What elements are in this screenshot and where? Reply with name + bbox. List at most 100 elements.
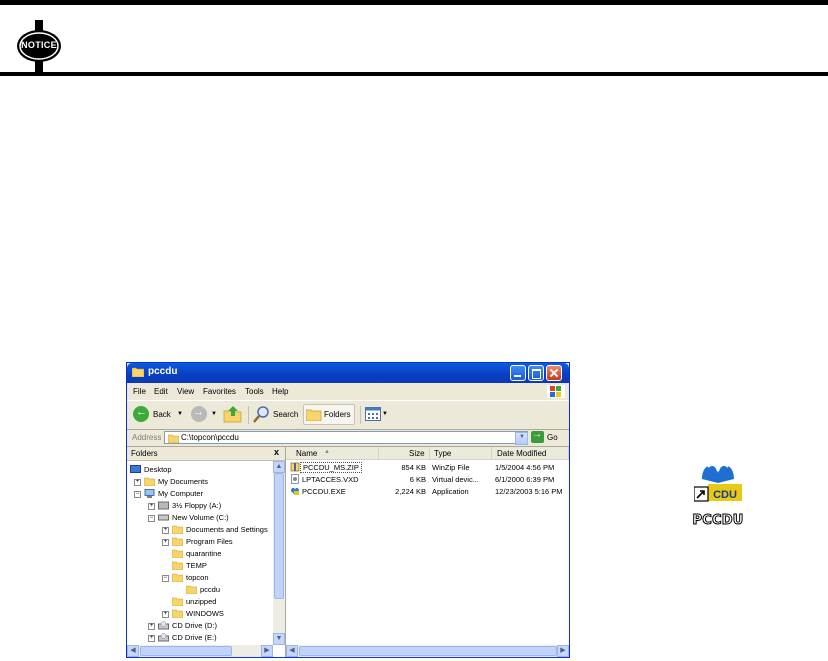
back-arrow-icon[interactable] — [133, 406, 149, 422]
system-file-icon — [291, 474, 299, 484]
search-icon[interactable] — [253, 405, 271, 423]
menu-tools[interactable]: Tools — [245, 387, 264, 396]
expander-icon[interactable]: + — [148, 635, 155, 642]
folders-vertical-scrollbar[interactable]: ▲ ▼ — [273, 461, 285, 645]
column-header-date-modified[interactable]: Date Modified — [492, 447, 569, 460]
title-bar[interactable]: pccdu — [127, 363, 569, 383]
expander-icon[interactable]: − — [134, 491, 141, 498]
notice-label: NOTICE — [21, 40, 57, 50]
column-header-size[interactable]: Size — [379, 447, 430, 460]
go-button[interactable]: Go — [547, 433, 558, 442]
expander-icon[interactable]: + — [148, 503, 155, 510]
address-field[interactable]: C:\topcon\pccdu ▼ — [164, 431, 528, 445]
column-header-name[interactable]: Name ▲ — [286, 447, 379, 460]
file-name: LPTACCES.VXD — [302, 475, 359, 484]
folder-icon — [132, 367, 144, 377]
views-dropdown-icon[interactable]: ▼ — [382, 411, 388, 417]
maximize-button[interactable] — [528, 365, 544, 381]
folder-icon — [172, 561, 183, 570]
top-rule — [0, 0, 828, 5]
sort-ascending-icon: ▲ — [324, 449, 330, 455]
expander-icon[interactable]: + — [162, 611, 169, 618]
menu-favorites[interactable]: Favorites — [203, 387, 236, 396]
column-header-type[interactable]: Type — [430, 447, 492, 460]
application-icon — [291, 487, 299, 495]
file-size: 2,224 KB — [395, 487, 426, 496]
folder-icon — [172, 597, 183, 606]
explorer-window: pccdu File Edit View Favorites Tools Hel… — [126, 362, 570, 658]
expander-icon[interactable]: + — [134, 479, 141, 486]
views-icon[interactable] — [365, 407, 381, 421]
forward-arrow-icon[interactable] — [191, 406, 207, 422]
file-size: 854 KB — [401, 463, 426, 472]
folders-button-label: Folders — [324, 410, 351, 419]
open-folder-icon — [186, 585, 197, 594]
file-date: 12/23/2003 5:16 PM — [495, 487, 563, 496]
scroll-thumb[interactable] — [140, 646, 232, 656]
scroll-down-icon[interactable]: ▼ — [273, 633, 285, 645]
go-arrow-icon[interactable] — [531, 429, 544, 443]
forward-dropdown-icon[interactable]: ▼ — [211, 411, 217, 417]
close-pane-button[interactable]: x — [274, 447, 279, 457]
files-horizontal-scrollbar[interactable]: ◀ ▶ — [286, 645, 569, 657]
shortcut-icon-text: CDU — [713, 489, 737, 501]
scroll-thumb[interactable] — [299, 646, 557, 656]
address-dropdown-icon[interactable]: ▼ — [515, 432, 528, 445]
toolbar: Back ▼ ▼ Search Folders ▼ — [127, 400, 569, 430]
back-button[interactable]: Back — [153, 410, 171, 419]
address-bar: Address C:\topcon\pccdu ▼ Go — [127, 429, 569, 447]
folder-icon — [172, 549, 183, 558]
file-row[interactable]: LPTACCES.VXD 6 KB Virtual devic... 6/1/2… — [286, 474, 569, 485]
file-date: 6/1/2000 6:39 PM — [495, 475, 555, 484]
pccdu-shortcut[interactable]: CDU PCCDU — [688, 457, 748, 537]
scroll-left-icon[interactable]: ◀ — [286, 645, 298, 657]
address-value: C:\topcon\pccdu — [181, 433, 239, 442]
windows-logo-icon — [547, 385, 565, 398]
my-documents-icon — [144, 477, 155, 486]
file-type: WinZip File — [432, 463, 470, 472]
menu-view[interactable]: View — [177, 387, 194, 396]
folders-pane-header: Folders x — [127, 447, 285, 461]
expander-icon[interactable]: + — [162, 539, 169, 546]
back-dropdown-icon[interactable]: ▼ — [177, 411, 183, 417]
my-computer-icon — [144, 489, 155, 498]
folder-icon — [172, 609, 183, 618]
folders-pane-title: Folders — [131, 449, 158, 458]
desktop-icon — [130, 465, 141, 473]
address-label: Address — [132, 433, 162, 442]
file-type: Virtual devic... — [432, 475, 479, 484]
menu-help[interactable]: Help — [272, 387, 288, 396]
window-title: pccdu — [148, 366, 178, 377]
floppy-drive-icon — [158, 501, 169, 510]
scroll-right-icon[interactable]: ▶ — [261, 645, 273, 657]
file-name: PCCDU_MS.ZIP — [300, 462, 362, 473]
menu-file[interactable]: File — [133, 387, 146, 396]
menu-bar: File Edit View Favorites Tools Help — [127, 384, 569, 399]
shortcut-label: PCCDU — [692, 513, 744, 529]
expander-icon[interactable]: + — [148, 623, 155, 630]
minimize-button[interactable] — [510, 365, 526, 381]
pccdu-app-icon: CDU — [694, 457, 742, 505]
file-row[interactable]: PCCDU_MS.ZIP 854 KB WinZip File 1/5/2004… — [286, 462, 569, 473]
expander-icon[interactable]: − — [148, 515, 155, 522]
scroll-right-icon[interactable]: ▶ — [557, 645, 569, 657]
file-name: PCCDU.EXE — [302, 487, 346, 496]
up-folder-icon[interactable] — [223, 405, 243, 423]
menu-edit[interactable]: Edit — [154, 387, 168, 396]
notice-badge: NOTICE — [8, 20, 70, 72]
scroll-thumb[interactable] — [274, 473, 284, 599]
file-row[interactable]: PCCDU.EXE 2,224 KB Application 12/23/200… — [286, 486, 569, 497]
folders-horizontal-scrollbar[interactable]: ◀ ▶ — [127, 645, 273, 657]
expander-icon[interactable]: + — [162, 527, 169, 534]
cd-drive-icon — [158, 633, 169, 642]
toolbar-separator — [360, 406, 361, 424]
scroll-up-icon[interactable]: ▲ — [273, 461, 285, 473]
scroll-left-icon[interactable]: ◀ — [127, 645, 139, 657]
folder-icon — [172, 537, 183, 546]
cd-drive-icon — [158, 621, 169, 630]
folders-button[interactable]: Folders — [303, 404, 355, 425]
search-button[interactable]: Search — [273, 410, 298, 419]
file-list-pane: Name ▲ Size Type Date Modified PCCDU_MS.… — [286, 447, 569, 657]
close-button[interactable] — [546, 365, 562, 381]
expander-icon[interactable]: − — [162, 575, 169, 582]
